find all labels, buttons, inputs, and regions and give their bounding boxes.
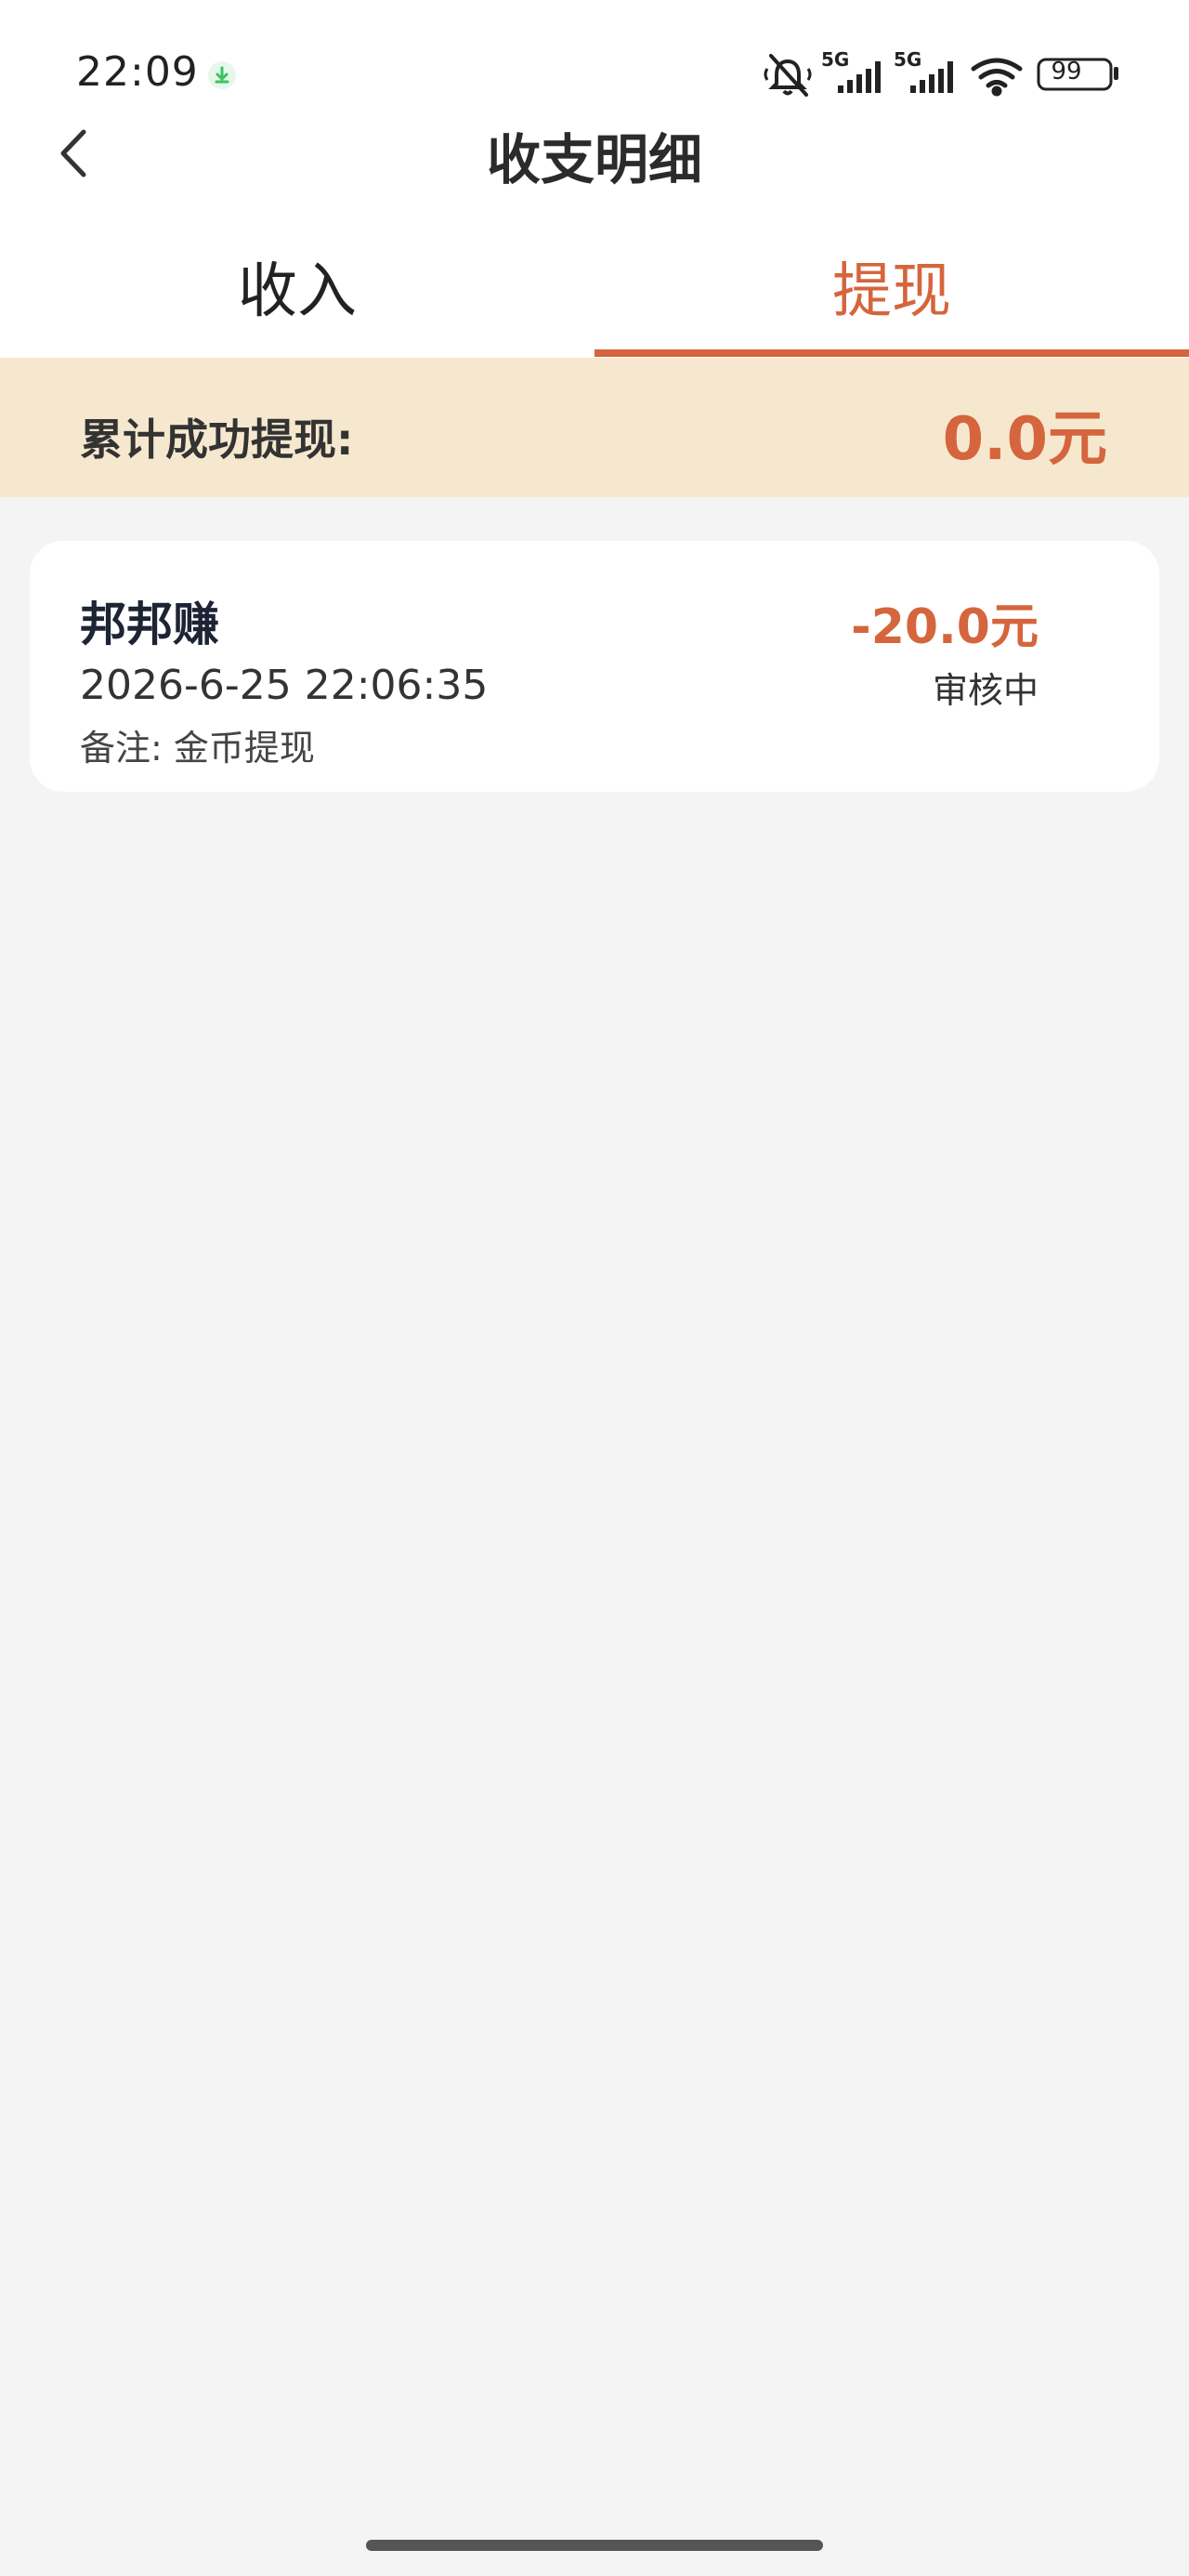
signal-label-1: 5G	[821, 48, 850, 71]
chevron-left-icon	[60, 129, 86, 177]
tab-withdraw[interactable]: 提现	[594, 243, 1189, 329]
signal-label-2: 5G	[894, 48, 922, 71]
record-status: 审核中	[932, 670, 1039, 711]
mute-icon	[764, 54, 812, 97]
record-time: 2026-6-25 22:06:35	[80, 662, 489, 709]
record-amount: -20.0元	[851, 599, 1039, 655]
record-remark: 备注: 金币提现	[80, 728, 315, 769]
download-icon	[208, 61, 236, 89]
record-name: 邦邦赚	[80, 598, 219, 651]
home-indicator[interactable]	[366, 2540, 823, 2551]
battery-level: 99	[1051, 58, 1082, 85]
wifi-icon	[971, 58, 1023, 97]
summary-value: 0.0元	[942, 405, 1107, 474]
withdraw-summary-banner: 累计成功提现: 0.0元	[0, 358, 1189, 497]
summary-label: 累计成功提现:	[80, 414, 354, 465]
tab-active-indicator	[594, 349, 1189, 357]
status-icons: 5G 5G 99	[762, 48, 1115, 100]
tab-income[interactable]: 收入	[0, 243, 594, 329]
list-item[interactable]: 邦邦赚 2026-6-25 22:06:35 备注: 金币提现 -20.0元 审…	[30, 541, 1159, 792]
status-time: 22:09	[76, 48, 199, 96]
battery-tip	[1114, 67, 1118, 80]
back-button[interactable]	[48, 121, 104, 186]
